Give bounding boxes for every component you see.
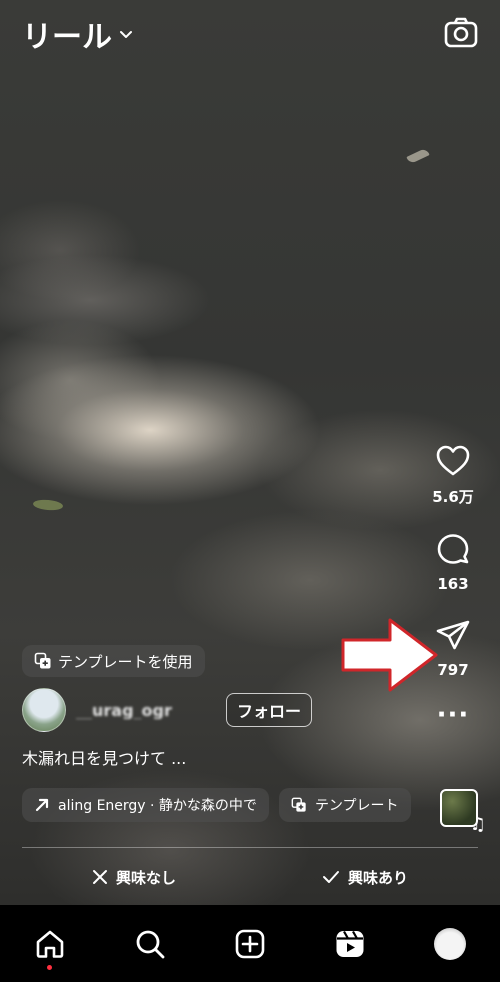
page-title: リール: [22, 20, 112, 55]
share-count: 797: [437, 661, 469, 679]
annotation-arrow: [341, 618, 438, 692]
divider: [22, 847, 478, 848]
close-icon: [93, 870, 107, 884]
bottom-navigation: [0, 905, 500, 982]
check-icon: [323, 871, 339, 883]
nav-profile[interactable]: [430, 924, 470, 964]
more-icon[interactable]: ···: [437, 702, 470, 728]
reel-chips: aling Energy · 静かな森の中で テンプレート: [22, 788, 412, 822]
author-username[interactable]: __urag_ogr: [76, 701, 216, 719]
nav-home[interactable]: [30, 924, 70, 970]
trend-arrow-icon: [35, 798, 49, 812]
camera-icon[interactable]: [442, 14, 480, 52]
audio-thumbnail[interactable]: ♫: [440, 789, 486, 835]
create-icon: [235, 929, 265, 958]
nav-reels[interactable]: [330, 924, 370, 964]
template-chip-label: テンプレート: [314, 798, 399, 814]
music-chip[interactable]: aling Energy · 静かな森の中で: [22, 788, 269, 822]
search-icon: [136, 930, 165, 958]
comment-count: 163: [437, 575, 469, 593]
not-interested-label: 興味なし: [116, 868, 177, 887]
like-button[interactable]: 5.6万: [432, 442, 474, 507]
like-count: 5.6万: [432, 488, 474, 506]
interested-label: 興味あり: [348, 868, 409, 887]
reel-caption[interactable]: 木漏れ日を見つけて ...: [22, 745, 186, 769]
reels-title-dropdown[interactable]: リール: [22, 12, 134, 56]
use-template-label: テンプレートを使用: [58, 652, 193, 671]
leaf-shape: [406, 147, 430, 165]
not-interested-button[interactable]: 興味なし: [92, 862, 176, 892]
comment-button[interactable]: 163: [434, 531, 472, 593]
template-icon: [291, 797, 306, 812]
profile-avatar: [434, 927, 466, 960]
follow-button[interactable]: フォロー: [226, 693, 313, 727]
heart-icon: [436, 445, 470, 476]
reels-icon: [336, 930, 364, 957]
home-icon: [36, 930, 64, 958]
nav-create[interactable]: [230, 924, 270, 964]
leaf-shape-small: [32, 498, 64, 512]
comment-icon: [437, 534, 469, 564]
music-chip-label: aling Energy · 静かな森の中で: [58, 798, 257, 814]
template-icon: [34, 652, 51, 669]
use-template-button[interactable]: テンプレートを使用: [22, 645, 205, 677]
interested-button[interactable]: 興味あり: [322, 862, 408, 892]
notification-dot: [47, 964, 52, 970]
music-note-icon: ♫: [469, 814, 486, 835]
author-avatar[interactable]: [22, 688, 66, 732]
nav-search[interactable]: [130, 924, 170, 964]
chevron-down-icon: [120, 31, 132, 38]
author-row: __urag_ogr フォロー: [22, 688, 313, 732]
template-chip[interactable]: テンプレート: [278, 788, 411, 822]
